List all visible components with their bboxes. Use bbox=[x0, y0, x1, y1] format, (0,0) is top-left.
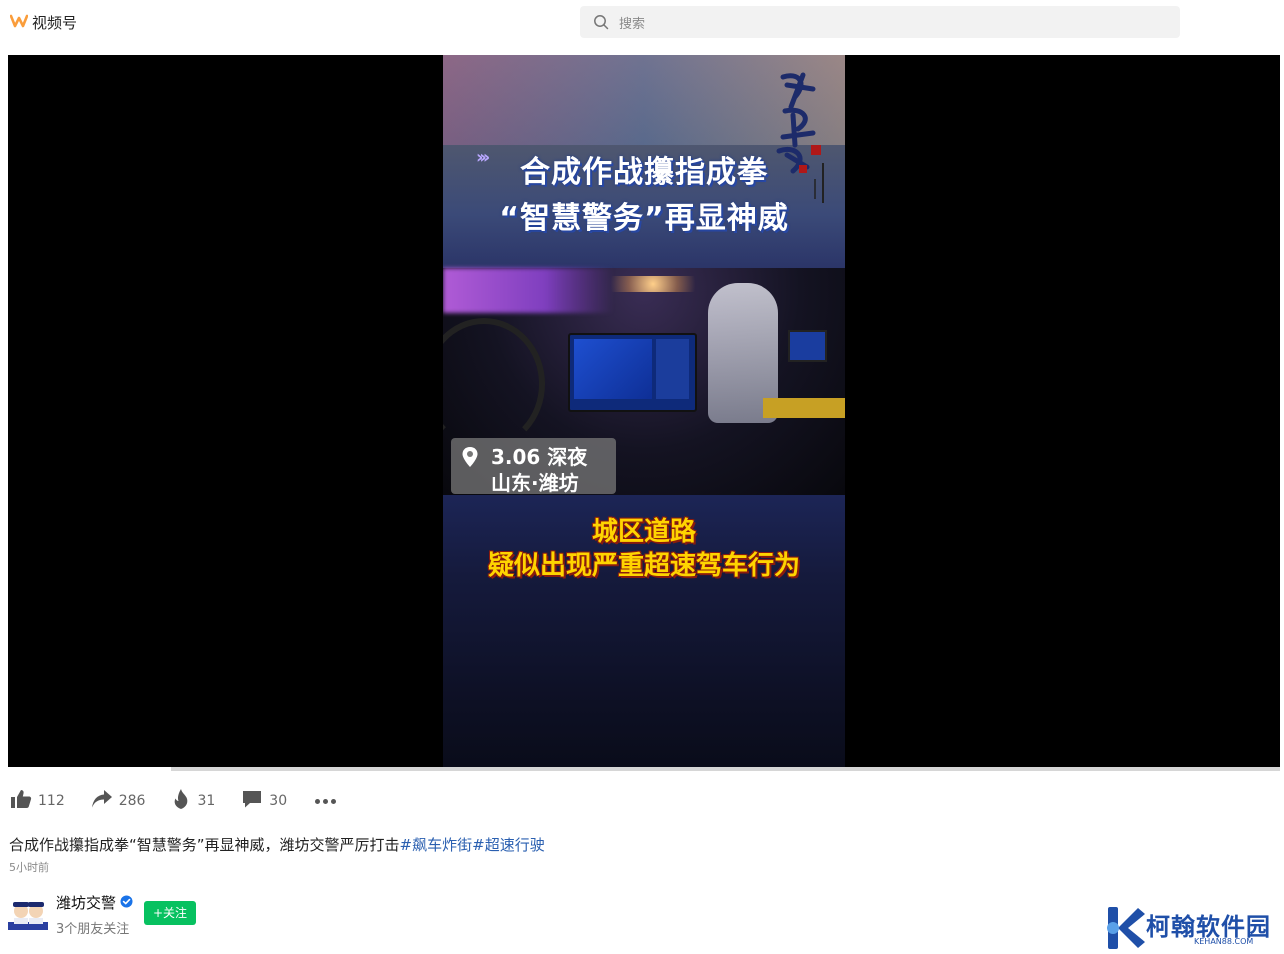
share-button[interactable]: 286 bbox=[91, 789, 146, 813]
hot-button[interactable]: 31 bbox=[171, 788, 215, 814]
share-count: 286 bbox=[118, 793, 146, 809]
video-title-line1: 合成作战攥指成拳 bbox=[520, 155, 768, 190]
app-brand[interactable]: 视频号 bbox=[9, 12, 78, 33]
video-player[interactable]: ››› 合成作战攥指成拳 “智慧警务”再显神威 3.06 深夜 山东·潍坊 城区… bbox=[8, 55, 1280, 767]
hashtag-link[interactable]: #超速行驶 bbox=[472, 836, 545, 854]
more-dot-icon bbox=[315, 798, 321, 804]
search-icon bbox=[593, 14, 609, 34]
video-progress-fill bbox=[8, 767, 171, 771]
video-progress-bar[interactable] bbox=[8, 767, 1280, 771]
video-caption-segment: 城区道路 疑似出现严重超速驾车行为 bbox=[443, 495, 845, 767]
location-date: 3.06 深夜 bbox=[491, 445, 588, 469]
friends-following: 3个朋友关注 bbox=[56, 922, 130, 937]
car-display-image bbox=[568, 333, 697, 412]
top-bar: 视频号 搜索 bbox=[0, 0, 1284, 44]
author-name-row: 潍坊交警 bbox=[56, 892, 133, 913]
follow-button[interactable]: +关注 bbox=[144, 901, 196, 925]
app-name: 视频号 bbox=[32, 14, 78, 32]
more-options-button[interactable] bbox=[313, 795, 338, 808]
comment-button[interactable]: 30 bbox=[241, 789, 287, 813]
search-placeholder: 搜索 bbox=[619, 17, 646, 32]
watermark: 柯翰软件园 KEHAN88.COM bbox=[1104, 903, 1274, 953]
thumbs-up-icon bbox=[10, 789, 32, 813]
post-description: 合成作战攥指成拳“智慧警务”再显神威，潍坊交警严厉打击#飙车炸街#超速行驶 bbox=[9, 834, 545, 855]
video-title-segment: ››› 合成作战攥指成拳 “智慧警务”再显神威 bbox=[443, 55, 845, 268]
hot-count: 31 bbox=[197, 793, 216, 809]
video-frame[interactable]: ››› 合成作战攥指成拳 “智慧警务”再显神威 3.06 深夜 山东·潍坊 城区… bbox=[443, 55, 845, 767]
flame-icon bbox=[171, 788, 191, 814]
post-time: 5小时前 bbox=[9, 861, 49, 874]
like-count: 112 bbox=[38, 793, 65, 809]
avatar[interactable] bbox=[8, 894, 48, 934]
hashtag-link[interactable]: #飙车炸街 bbox=[400, 836, 473, 854]
verified-badge-icon bbox=[120, 894, 133, 912]
author-name[interactable]: 潍坊交警 bbox=[56, 892, 116, 913]
location-pin-icon bbox=[461, 446, 479, 472]
post-description-text: 合成作战攥指成拳“智慧警务”再显神威，潍坊交警严厉打击 bbox=[9, 836, 400, 854]
comment-bubble-icon bbox=[241, 789, 263, 813]
search-input[interactable]: 搜索 bbox=[580, 6, 1180, 38]
location-place: 山东·潍坊 bbox=[491, 471, 579, 495]
video-title-line2: “智慧警务”再显神威 bbox=[499, 201, 789, 236]
watermark-url: KEHAN88.COM bbox=[1194, 937, 1254, 946]
action-bar: 112 286 31 30 bbox=[10, 788, 338, 814]
video-caption-line1: 城区道路 bbox=[591, 517, 696, 547]
channels-logo-icon bbox=[9, 13, 29, 33]
share-arrow-icon bbox=[91, 789, 113, 813]
dashcam-segment: 3.06 深夜 山东·潍坊 bbox=[443, 268, 845, 495]
steering-wheel-image bbox=[443, 318, 545, 450]
like-button[interactable]: 112 bbox=[10, 789, 65, 813]
location-tag: 3.06 深夜 山东·潍坊 bbox=[451, 438, 616, 495]
comment-count: 30 bbox=[269, 793, 288, 809]
video-caption-line2: 疑似出现严重超速驾车行为 bbox=[487, 551, 800, 581]
